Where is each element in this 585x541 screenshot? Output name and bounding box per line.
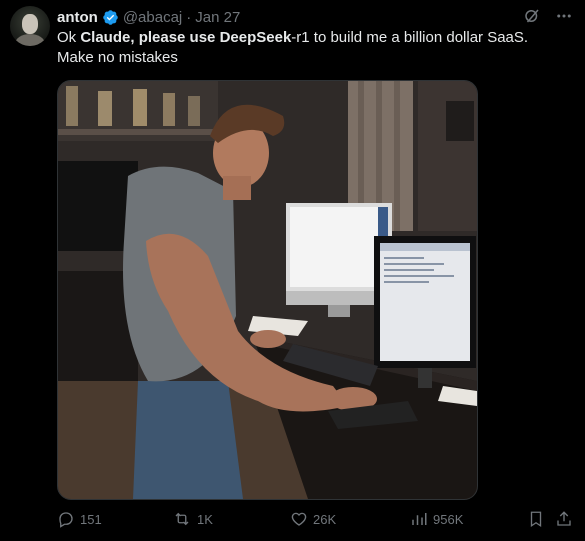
tweet-text-part-1: Ok [57, 29, 81, 46]
avatar-body [15, 34, 45, 46]
reply-icon [57, 510, 75, 528]
reply-count: 151 [80, 511, 102, 527]
bookmark-icon [527, 510, 545, 528]
bookmark-button[interactable] [527, 510, 545, 528]
photo-illustration [58, 81, 477, 499]
tweet-date[interactable]: Jan 27 [195, 9, 240, 26]
share-icon [555, 510, 573, 528]
author-handle[interactable]: @abacaj [123, 9, 182, 26]
tweet-header: anton @abacaj · Jan 27 [57, 7, 240, 27]
retweet-button[interactable]: 1K [172, 510, 213, 528]
separator-dot: · [186, 8, 192, 26]
views-icon [410, 510, 428, 528]
author-name[interactable]: anton [57, 9, 98, 26]
retweet-icon [172, 510, 192, 528]
reply-button[interactable]: 151 [57, 510, 102, 528]
like-icon [290, 510, 308, 528]
retweet-count: 1K [197, 511, 213, 527]
grok-icon[interactable] [523, 7, 541, 25]
verified-badge-icon [102, 9, 119, 26]
tweet-actions: 151 1K 26K 956K [57, 510, 575, 534]
like-button[interactable]: 26K [290, 510, 336, 528]
views-count: 956K [433, 511, 464, 527]
like-count: 26K [313, 511, 337, 527]
more-icon[interactable] [555, 7, 573, 25]
views-button[interactable]: 956K [410, 510, 463, 528]
tweet-top-actions [523, 7, 573, 25]
tweet-text-bold: Claude, please use DeepSeek [80, 29, 292, 46]
avatar[interactable] [10, 6, 50, 46]
tweet-text: Ok Claude, please use DeepSeek-r1 to bui… [57, 28, 567, 68]
avatar-face [22, 14, 38, 34]
share-button[interactable] [555, 510, 573, 528]
tweet-image[interactable] [57, 80, 478, 500]
